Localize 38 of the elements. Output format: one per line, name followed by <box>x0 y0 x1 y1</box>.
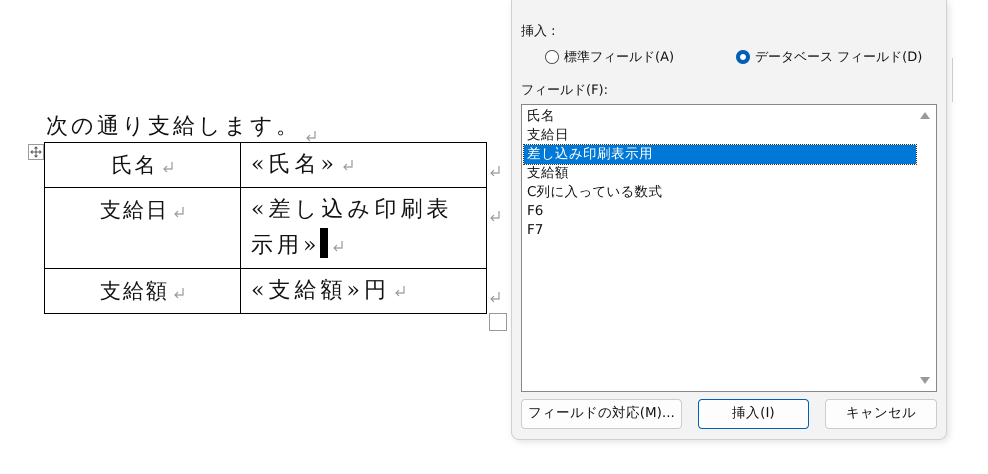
paragraph-mark-icon <box>173 206 185 218</box>
scroll-up-icon[interactable] <box>920 110 930 118</box>
paragraph-mark-icon <box>489 290 501 303</box>
table-cell: 氏名 <box>112 153 158 177</box>
table-resize-handle[interactable] <box>489 313 507 331</box>
radio-label: 標準フィールド(A) <box>564 48 674 66</box>
merge-field-text: «差し込み印刷表 <box>251 197 452 222</box>
paragraph-mark-icon <box>162 160 174 173</box>
list-item[interactable]: 支給日 <box>524 126 916 144</box>
dialog-button[interactable]: フィールドの対応(M)... <box>521 398 682 428</box>
paragraph-mark-icon <box>332 240 344 252</box>
table-move-handle-icon[interactable] <box>28 144 44 160</box>
merge-field-text: «支給額»円 <box>251 278 390 303</box>
list-item[interactable]: C列に入っている数式 <box>524 182 916 202</box>
paragraph-mark-icon <box>489 164 501 177</box>
merge-field-text: 示用» <box>251 233 320 258</box>
insert-label: 挿入 : <box>521 23 557 41</box>
radio-label: データベース フィールド(D) <box>755 48 922 66</box>
paragraph-mark-icon <box>173 286 185 299</box>
dialog-button[interactable]: 挿入(I) <box>698 398 810 428</box>
scroll-down-icon[interactable] <box>920 376 930 384</box>
paragraph-mark-icon <box>305 130 317 142</box>
radio-button[interactable] <box>736 50 750 64</box>
paragraph-mark-icon <box>394 285 406 298</box>
table-cell: 支給日 <box>100 198 169 222</box>
table-cell: 支給額 <box>100 279 169 303</box>
list-item[interactable]: 差し込み印刷表示用 <box>524 144 916 164</box>
list-item[interactable]: F6 <box>524 202 916 220</box>
paragraph-mark-icon <box>489 210 501 222</box>
list-item[interactable]: 氏名 <box>524 106 916 126</box>
fields-label: フィールド(F): <box>521 82 610 100</box>
list-item[interactable]: 支給額 <box>524 164 916 182</box>
merge-field-text: «氏名» <box>251 152 338 177</box>
list-item[interactable]: F7 <box>524 220 916 240</box>
radio-button[interactable] <box>545 50 559 64</box>
heading-text: 次の通り支給します。 <box>46 113 301 141</box>
paragraph-mark-icon <box>342 159 354 172</box>
dialog-button[interactable]: キャンセル <box>825 398 937 428</box>
